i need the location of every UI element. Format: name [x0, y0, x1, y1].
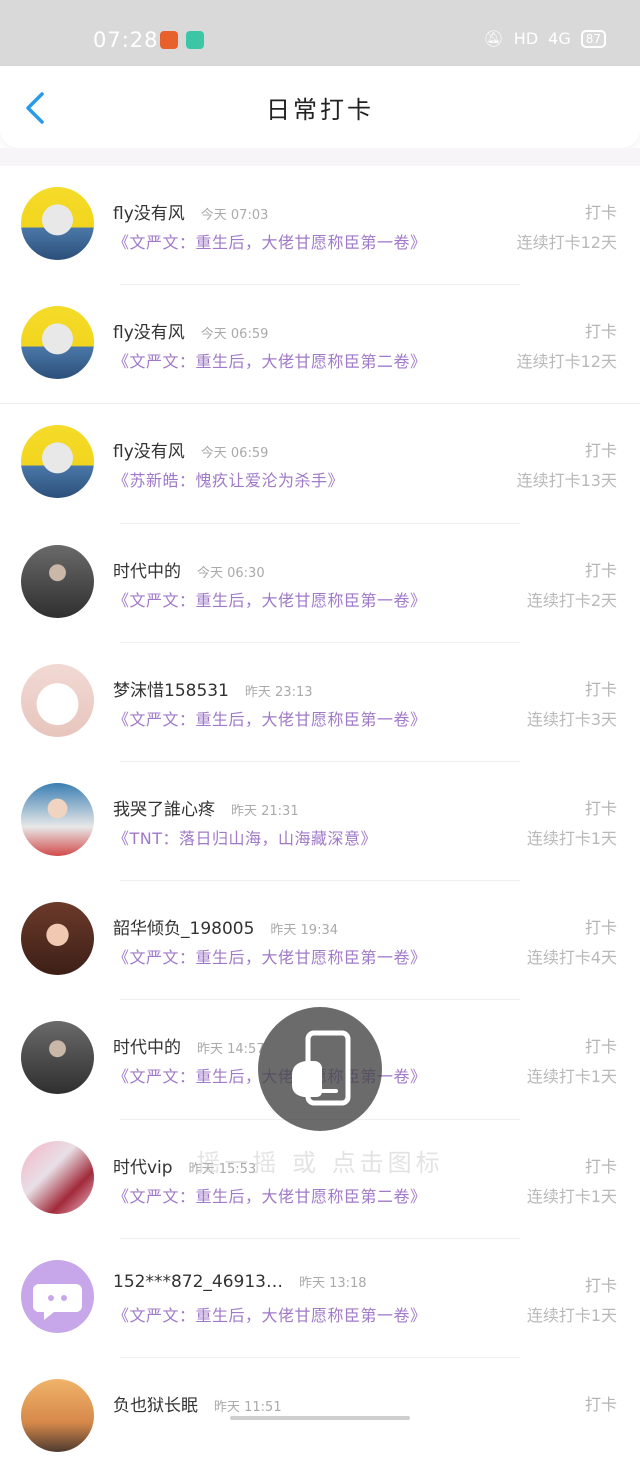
streak-count: 连续打卡3天: [526, 709, 617, 729]
user-name: 负也狱长眠 昨天 11:51: [113, 1395, 282, 1416]
checkin-row[interactable]: 152***872_46913… 昨天 13:18 打卡 《文严文：重生后，大佬甘…: [0, 1239, 640, 1358]
user-avatar[interactable]: [21, 425, 94, 499]
checkin-time: 今天 07:03: [200, 208, 269, 223]
checkin-row[interactable]: 时代中的 今天 06:30 打卡 《文严文：重生后，大佬甘愿称臣第一卷》 连续打卡…: [0, 524, 640, 643]
user-avatar[interactable]: [21, 306, 94, 380]
message-notification-icon: [186, 31, 204, 49]
checkin-row[interactable]: fly没有风 今天 06:59 打卡 《文严文：重生后，大佬甘愿称臣第二卷》 连续…: [0, 285, 640, 405]
checkin-label: 打卡: [584, 1394, 617, 1414]
user-avatar[interactable]: [21, 544, 94, 618]
book-title[interactable]: 《文严文：重生后，大佬甘愿称臣第一卷》: [113, 944, 427, 968]
book-title[interactable]: 《文严文：重生后，大佬甘愿称臣第二卷》: [113, 348, 427, 372]
checkin-list: fly没有风 今天 07:03 打卡 《文严文：重生后，大佬甘愿称臣第一卷》 连续…: [0, 166, 640, 1477]
user-name: fly没有风 今天 06:59: [113, 323, 269, 344]
streak-count: 连续打卡1天: [526, 1305, 617, 1325]
page-title: 日常打卡: [266, 96, 374, 124]
user-avatar[interactable]: [21, 187, 94, 260]
user-name: 时代中的 昨天 14:57: [113, 1038, 265, 1059]
user-avatar[interactable]: [21, 902, 94, 976]
checkin-time: 昨天 21:31: [231, 803, 299, 819]
book-title[interactable]: 《文严文：重生后，大佬甘愿称臣第一卷》: [113, 706, 427, 730]
book-title[interactable]: 《苏新皓：愧疚让爱沦为杀手》: [113, 467, 344, 491]
checkin-time: 昨天 13:18: [298, 1275, 367, 1291]
user-name: fly没有风 今天 06:59: [113, 442, 269, 463]
checkin-label: 打卡: [584, 679, 617, 699]
user-avatar[interactable]: [21, 1259, 94, 1333]
checkin-label: 打卡: [584, 203, 617, 222]
streak-count: 连续打卡1天: [526, 1186, 617, 1206]
streak-count: 连续打卡1天: [526, 1067, 617, 1087]
streak-count: 连续打卡2天: [526, 590, 617, 610]
streak-count: 连续打卡12天: [516, 233, 617, 252]
app-notification-icon: [160, 31, 178, 49]
checkin-row[interactable]: fly没有风 今天 07:03 打卡 《文严文：重生后，大佬甘愿称臣第一卷》 连续…: [0, 166, 640, 286]
checkin-time: 昨天 11:51: [214, 1399, 282, 1415]
status-bar: 07:28 🔕︎ HD 4G 87: [0, 0, 640, 66]
checkin-row[interactable]: 我哭了誰心疼 昨天 21:31 打卡 《TNT：落日归山海，山海藏深意》 连续打卡…: [0, 762, 640, 882]
book-title[interactable]: 《TNT：落日归山海，山海藏深意》: [113, 825, 377, 849]
status-indicators: 🔕︎ HD 4G 87: [483, 29, 606, 48]
checkin-label: 打卡: [584, 1037, 617, 1057]
streak-count: 连续打卡1天: [526, 828, 617, 848]
checkin-label: 打卡: [584, 441, 617, 461]
book-title[interactable]: 《文严文：重生后，大佬甘愿称臣第一卷》: [113, 587, 427, 611]
checkin-time: 昨天 19:34: [270, 923, 339, 939]
checkin-time: 今天 06:30: [197, 565, 265, 581]
user-name: 我哭了誰心疼 昨天 21:31: [113, 799, 299, 820]
mute-icon: 🔕︎: [483, 29, 504, 48]
checkin-label: 打卡: [584, 560, 617, 580]
checkin-label: 打卡: [584, 322, 617, 342]
shake-phone-button[interactable]: [258, 1007, 382, 1131]
user-avatar[interactable]: [21, 663, 94, 737]
user-name: 韶华倾负_198005 昨天 19:34: [113, 919, 339, 940]
chat-bubble-icon: [33, 1283, 82, 1320]
checkin-time: 昨天 14:57: [197, 1042, 265, 1058]
book-title[interactable]: 《文严文：重生后，大佬甘愿称臣第一卷》: [113, 1302, 427, 1326]
user-avatar[interactable]: [21, 782, 94, 856]
checkin-row[interactable]: 梦沫惜158531 昨天 23:13 打卡 《文严文：重生后，大佬甘愿称臣第一卷》…: [0, 643, 640, 762]
user-name: fly没有风 今天 07:03: [113, 204, 269, 224]
user-name: 时代中的 今天 06:30: [113, 561, 265, 582]
checkin-row[interactable]: 韶华倾负_198005 昨天 19:34 打卡 《文严文：重生后，大佬甘愿称臣第一…: [0, 881, 640, 1001]
user-avatar[interactable]: [21, 1378, 94, 1452]
user-name: 梦沫惜158531 昨天 23:13: [113, 680, 313, 701]
streak-count: 连续打卡12天: [516, 352, 617, 372]
status-time: 07:28: [93, 28, 159, 52]
checkin-label: 打卡: [584, 1275, 617, 1295]
shake-hint: 摇一摇 或 点击图标: [196, 1149, 444, 1177]
battery-icon: 87: [580, 29, 606, 48]
checkin-time: 昨天 23:13: [244, 684, 313, 700]
checkin-time: 今天 06:59: [200, 327, 269, 343]
home-indicator[interactable]: [230, 1416, 410, 1420]
streak-count: 连续打卡13天: [516, 471, 617, 491]
checkin-time: 今天 06:59: [200, 446, 269, 462]
user-avatar[interactable]: [21, 1021, 94, 1095]
header-gap: [0, 148, 640, 166]
streak-count: 连续打卡4天: [526, 948, 617, 968]
checkin-row[interactable]: 时代vip 昨天 15:53 打卡 《文严文：重生后，大佬甘愿称臣第二卷》 连续打…: [0, 1120, 640, 1239]
signal-icon: 4G: [548, 29, 571, 48]
user-name: 152***872_46913… 昨天 13:18: [113, 1271, 367, 1292]
shake-phone-icon: [292, 1030, 351, 1106]
checkin-row[interactable]: fly没有风 今天 06:59 打卡 《苏新皓：愧疚让爱沦为杀手》 连续打卡13天: [0, 404, 640, 524]
nav-header: 日常打卡: [0, 66, 640, 148]
book-title[interactable]: 《文严文：重生后，大佬甘愿称臣第二卷》: [113, 1183, 427, 1207]
network-type: HD: [513, 29, 539, 48]
book-title[interactable]: 《文严文：重生后，大佬甘愿称臣第一卷》: [113, 229, 427, 253]
checkin-label: 打卡: [584, 798, 617, 818]
checkin-label: 打卡: [584, 918, 617, 938]
